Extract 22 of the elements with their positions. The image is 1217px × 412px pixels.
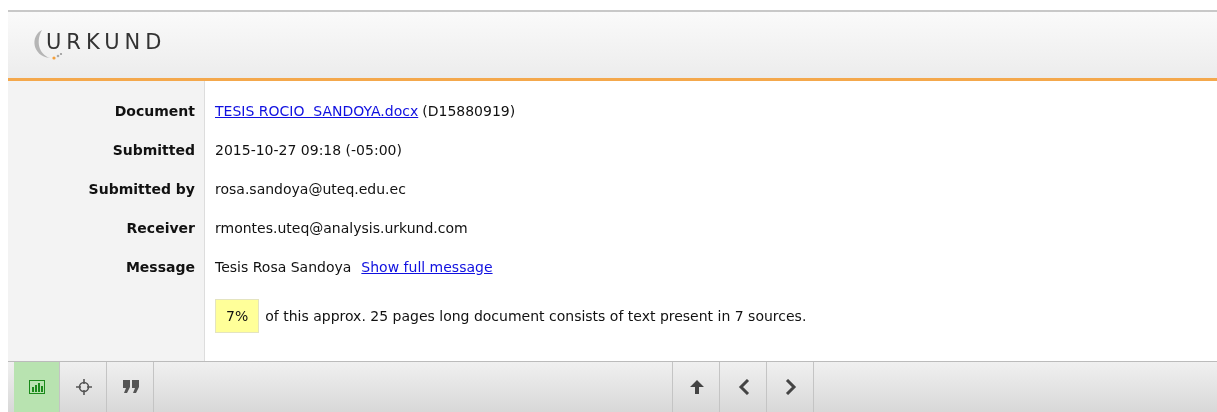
show-message-link[interactable]: Show full message <box>361 258 493 275</box>
chart-tool-button[interactable] <box>14 362 60 412</box>
up-arrow-icon <box>688 379 705 395</box>
field-label: Receiver <box>125 219 196 236</box>
right-chevron-icon <box>784 379 797 395</box>
crosshair-icon <box>75 379 92 395</box>
field-label: Submitted <box>111 141 196 158</box>
field-label: Submitted by <box>87 180 196 197</box>
document-id: (D15880919) <box>422 102 516 119</box>
logo-wordmark: URKUND <box>46 30 167 54</box>
field-label: Document <box>113 102 196 119</box>
document-link[interactable]: TESIS ROCIO SANDOYA.docx <box>215 102 419 119</box>
field-value: rmontes.uteq@analysis.urkund.com <box>215 219 468 236</box>
field-value: 2015-10-27 09:18 (-05:00) <box>215 141 402 158</box>
similarity-badge: 7% <box>215 299 260 333</box>
bar-chart-icon <box>28 380 45 394</box>
field-value: rosa.sandoya@uteq.edu.ec <box>215 180 406 197</box>
field-label: Message <box>124 258 196 275</box>
quote-icon <box>122 380 139 394</box>
summary-text: of this approx. 25 pages long document consists of text present in 7 sources. <box>265 308 807 324</box>
left-chevron-icon <box>737 379 750 395</box>
message-text: Tesis Rosa Sandoya <box>215 258 352 275</box>
